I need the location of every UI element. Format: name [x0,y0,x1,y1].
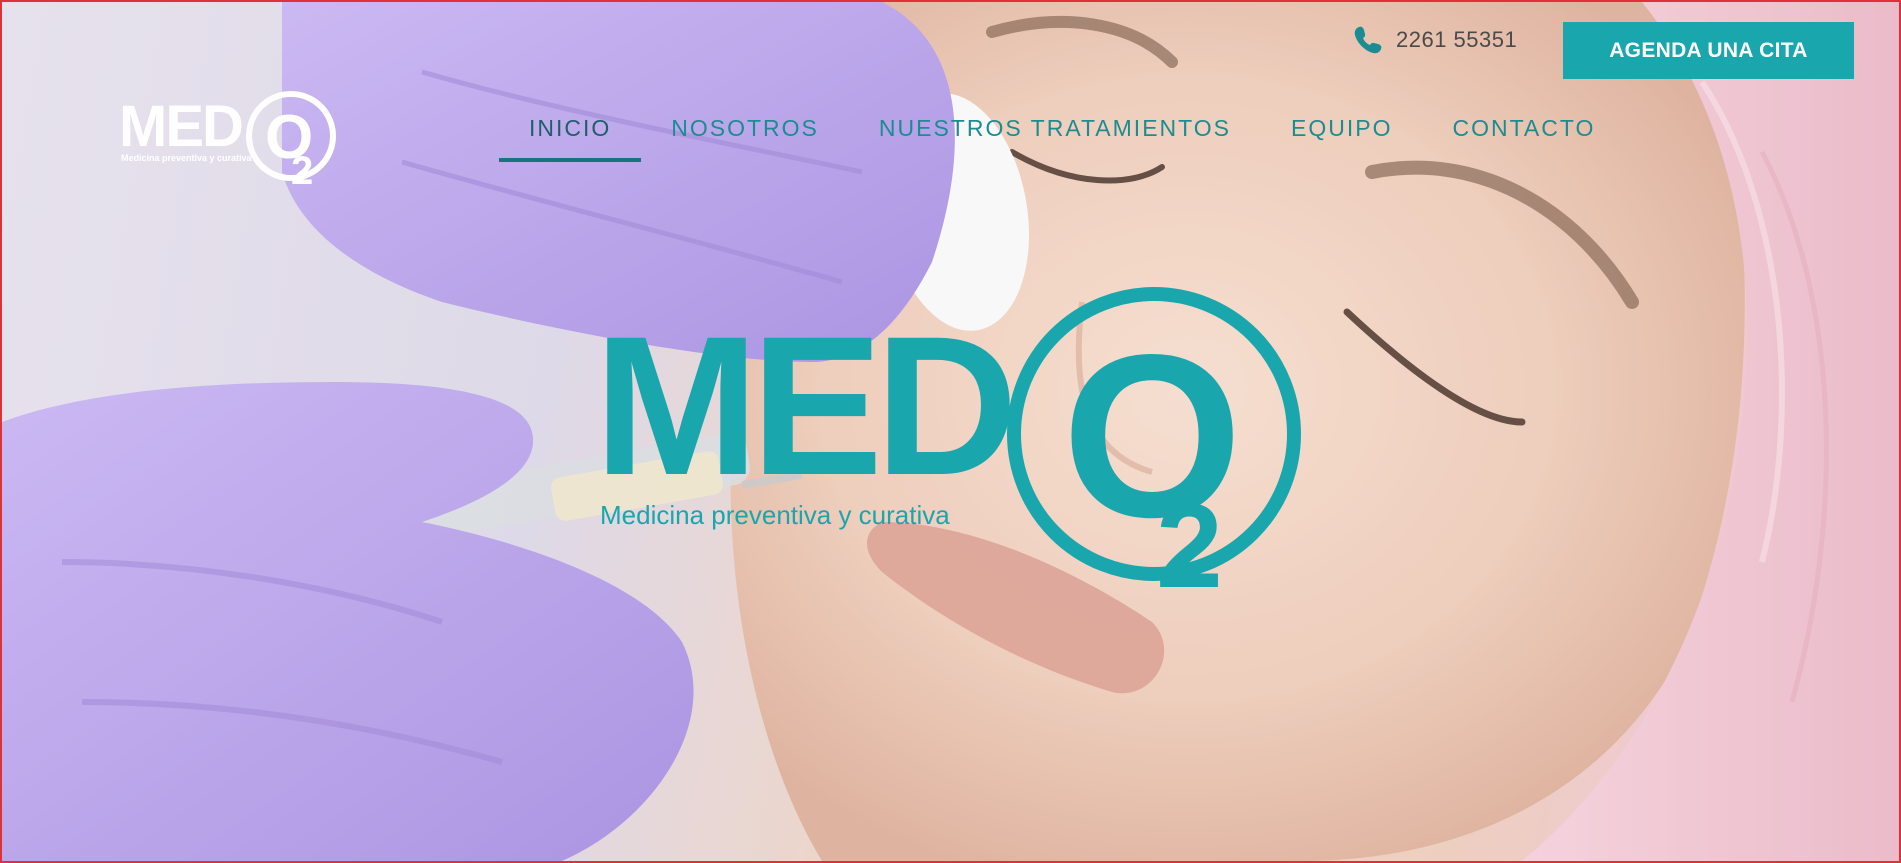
nav-item-contacto[interactable]: CONTACTO [1422,115,1625,162]
main-nav: INICIO NOSOTROS NUESTROS TRATAMIENTOS EQ… [499,115,1625,162]
hero-logo-tagline: Medicina preventiva y curativa [600,500,950,530]
book-appointment-button[interactable]: AGENDA UNA CITA [1563,22,1854,79]
site-logo[interactable]: MED O 2 Medicina preventiva y curativa [119,86,339,186]
hero-section: MED O 2 Medicina preventiva y curativa 2… [0,0,1901,863]
nav-item-equipo[interactable]: EQUIPO [1261,115,1422,162]
logo-tagline: Medicina preventiva y curativa [121,153,253,163]
hero-logo: MED O 2 Medicina preventiva y curativa [594,287,1301,594]
hero-logo-subscript: 2 [1156,479,1223,594]
logo-subscript: 2 [291,149,313,186]
nav-item-tratamientos[interactable]: NUESTROS TRATAMIENTOS [849,115,1261,162]
nav-item-inicio[interactable]: INICIO [499,115,642,162]
phone-contact[interactable]: 2261 55351 [1352,24,1517,56]
hero-logo-wordmark: MED [594,295,1010,516]
phone-icon [1354,26,1382,54]
nav-item-nosotros[interactable]: NOSOTROS [641,115,849,162]
logo-wordmark: MED [119,94,242,159]
phone-number[interactable]: 2261 55351 [1396,27,1517,53]
